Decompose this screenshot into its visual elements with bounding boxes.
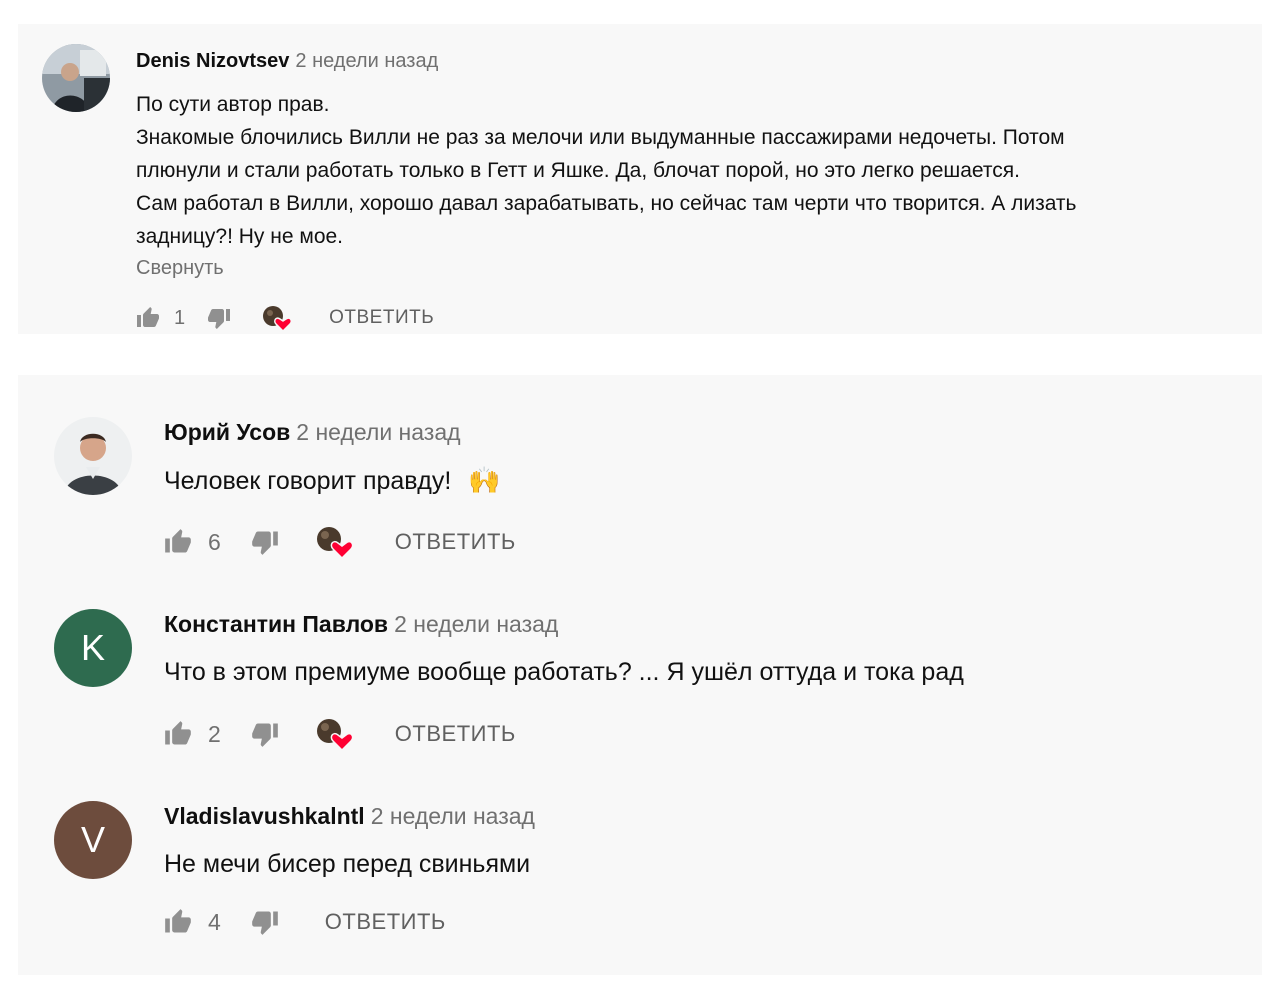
avatar[interactable]: V (54, 801, 132, 879)
comment-line: Что в этом премиуме вообще работать? ...… (164, 658, 964, 686)
comment-line: Знакомые блочились Вилли не раз за мелоч… (136, 126, 1065, 149)
reply-button[interactable]: ОТВЕТИТЬ (395, 529, 516, 555)
comment-header: Константин Павлов 2 недели назад (164, 611, 558, 638)
comment-text: Не мечи бисер перед свиньями (164, 846, 530, 882)
like-count: 6 (208, 528, 221, 555)
avatar-letter: V (80, 819, 105, 860)
comment-text: По сути автор прав. Знакомые блочились В… (136, 88, 1076, 253)
timestamp[interactable]: 2 недели назад (296, 419, 460, 445)
author-name[interactable]: Юрий Усов (164, 419, 290, 445)
reply-button[interactable]: ОТВЕТИТЬ (395, 721, 516, 747)
collapse-button[interactable]: Свернуть (136, 257, 224, 280)
avatar[interactable]: K (54, 609, 132, 687)
like-icon[interactable] (134, 304, 162, 332)
comment-line: Сам работал в Вилли, хорошо давал зараба… (136, 192, 1077, 215)
like-icon[interactable] (162, 718, 194, 750)
comment-actions: 4 ОТВЕТИТЬ (162, 905, 446, 939)
raising-hands-emoji: 🙌 (468, 465, 501, 495)
comment-actions: 6 ОТВЕТИТЬ (162, 524, 516, 560)
author-name[interactable]: Константин Павлов (164, 611, 388, 637)
comment-text: Что в этом премиуме вообще работать? ...… (164, 654, 964, 690)
dislike-icon[interactable] (249, 718, 281, 750)
comment-line: плюнули и стали работать только в Гетт и… (136, 159, 1020, 182)
comment-panel-1: Denis Nizovtsev 2 недели назад По сути ав… (18, 24, 1262, 334)
timestamp[interactable]: 2 недели назад (371, 803, 535, 829)
dislike-icon[interactable] (205, 304, 233, 332)
comment-actions: 2 ОТВЕТИТЬ (162, 716, 516, 752)
timestamp[interactable]: 2 недели назад (295, 50, 438, 72)
comment-header: Юрий Усов 2 недели назад (164, 419, 461, 446)
comment-text: Человек говорит правду! 🙌 (164, 462, 501, 499)
avatar[interactable] (42, 44, 110, 112)
like-count: 4 (208, 908, 221, 935)
creator-heart-icon[interactable] (315, 716, 355, 752)
creator-heart-icon[interactable] (261, 303, 295, 333)
comment-actions: 1 ОТВЕТИТЬ (134, 303, 434, 333)
like-icon[interactable] (162, 906, 194, 938)
like-count: 2 (208, 720, 221, 747)
timestamp[interactable]: 2 недели назад (394, 611, 558, 637)
comment-line: Не мечи бисер перед свиньями (164, 850, 531, 878)
comment-line: задницу?! Ну не мое. (136, 225, 344, 248)
avatar[interactable] (54, 417, 132, 495)
comment-header: Denis Nizovtsev 2 недели назад (136, 50, 438, 73)
reply-button[interactable]: ОТВЕТИТЬ (325, 909, 446, 935)
comment-panel-2: Юрий Усов 2 недели назад Человек говорит … (18, 375, 1262, 975)
dislike-icon[interactable] (249, 526, 281, 558)
author-name[interactable]: Denis Nizovtsev (136, 50, 289, 72)
author-name[interactable]: Vladislavushkalntl (164, 803, 365, 829)
avatar-letter: K (80, 627, 105, 668)
reply-button[interactable]: ОТВЕТИТЬ (329, 307, 434, 329)
like-icon[interactable] (162, 526, 194, 558)
dislike-icon[interactable] (249, 906, 281, 938)
creator-heart-icon[interactable] (315, 524, 355, 560)
comment-line: По сути автор прав. (136, 93, 330, 116)
comment-line: Человек говорит правду! (164, 467, 452, 495)
like-count: 1 (174, 306, 186, 329)
comment-header: Vladislavushkalntl 2 недели назад (164, 803, 535, 830)
